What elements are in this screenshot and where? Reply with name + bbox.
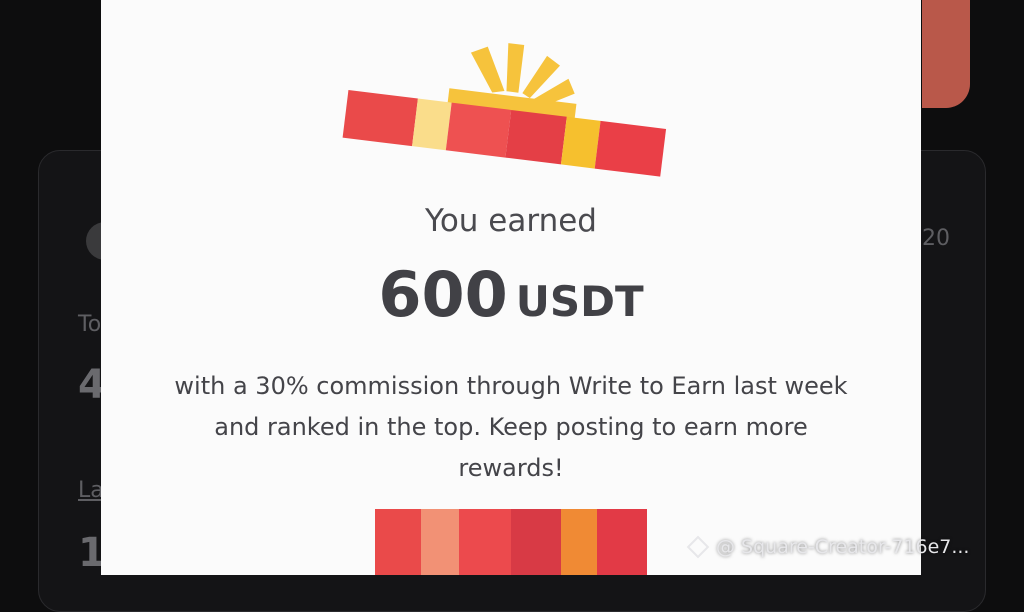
reward-amount: 600 [378, 258, 508, 331]
background-decoration [922, 0, 970, 108]
reward-amount-row: 600 USDT [101, 258, 921, 331]
reward-title: You earned [425, 203, 597, 239]
reward-description: with a 30% commission through Write to E… [174, 372, 848, 482]
background-total-label: To [78, 312, 102, 337]
reward-currency: USDT [515, 277, 644, 326]
watermark-text: @ Square-Creator-716e7... [716, 536, 970, 558]
gift-box-bottom-icon [375, 509, 647, 575]
background-date-text: 20 [922, 226, 950, 251]
background-last-link[interactable]: La [78, 478, 104, 503]
creator-watermark: @ Square-Creator-716e7... [686, 535, 970, 559]
reward-modal: You earned 600 USDT with a 30% commission… [101, 0, 921, 575]
gift-box-icon [342, 43, 667, 177]
binance-logo-icon [686, 535, 710, 559]
